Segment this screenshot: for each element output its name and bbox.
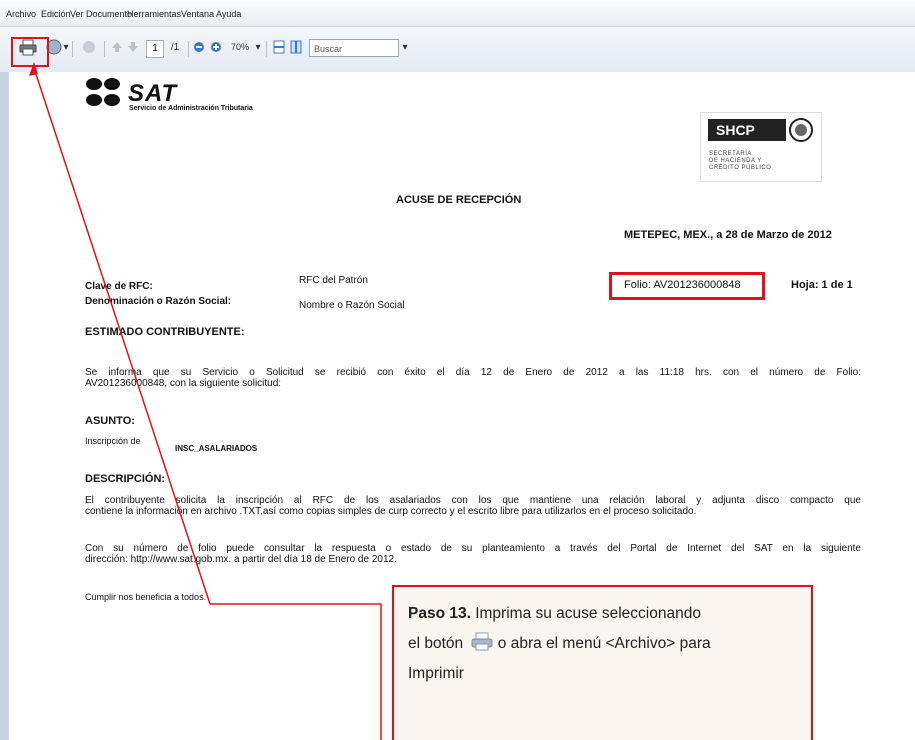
- callout-text-c: o abra el menú <Archivo> para: [493, 635, 711, 652]
- callout-text-d: Imprimir: [408, 665, 464, 682]
- instruction-callout: Paso 13. Imprima su acuse seleccionando …: [392, 585, 813, 740]
- printer-icon: [471, 632, 493, 651]
- callout-text-a: Imprima su acuse seleccionando: [470, 605, 701, 622]
- arrowhead-icon: [29, 62, 38, 76]
- arrow-line: [33, 67, 211, 605]
- callout-text-b: el botón: [408, 635, 464, 652]
- callout-step: Paso 13.: [408, 605, 471, 622]
